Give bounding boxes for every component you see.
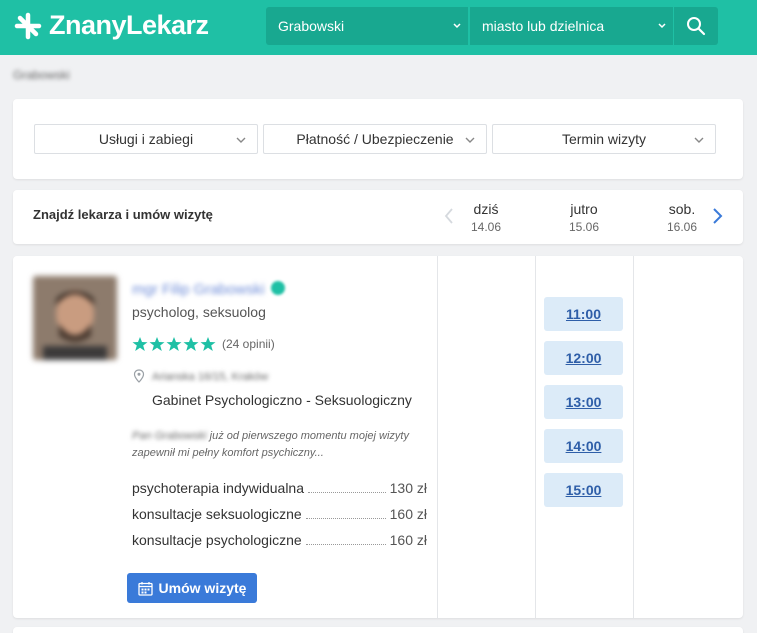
location-pin-icon — [133, 369, 145, 383]
star-icon — [183, 337, 199, 351]
doctor-name-link[interactable]: mgr Filip Grabowski — [132, 281, 265, 298]
column-divider — [535, 256, 536, 618]
dotted-leader — [305, 518, 386, 519]
filter-payment[interactable]: Płatność / Ubezpieczenie — [263, 124, 487, 154]
breadcrumb[interactable]: Grabowski — [13, 68, 70, 82]
time-slot[interactable]: 15:00 — [544, 473, 623, 507]
search-location-input[interactable]: miasto lub dzielnica — [470, 7, 673, 45]
filter-date[interactable]: Termin wizyty — [492, 124, 716, 154]
time-slot[interactable]: 11:00 — [544, 297, 623, 331]
dates-header: Znajdź lekarza i umów wizytę dziś 14.06 … — [13, 190, 743, 244]
dotted-leader — [305, 544, 386, 545]
search-icon — [687, 17, 706, 36]
day-date: 15.06 — [568, 220, 600, 234]
chevron-down-icon — [694, 137, 704, 143]
filter-label: Usługi i zabiegi — [98, 131, 194, 147]
book-visit-label: Umów wizytę — [158, 580, 247, 596]
review-author: Pan Grabowski — [132, 430, 207, 442]
office-name: Gabinet Psychologiczno - Seksuologiczny — [152, 392, 412, 408]
price-row: konsultacje seksuologiczne 160 zł — [132, 506, 427, 522]
column-divider — [633, 256, 634, 618]
star-icon — [200, 337, 216, 351]
brand-name: ZnanyLekarz — [49, 10, 209, 40]
service-price: 130 zł — [389, 480, 427, 496]
service-name: psychoterapia indywidualna — [132, 480, 304, 496]
filter-services[interactable]: Usługi i zabiegi — [34, 124, 258, 154]
filters-panel: Usługi i zabiegi Płatność / Ubezpieczeni… — [13, 99, 743, 179]
dotted-leader — [308, 492, 386, 493]
search-name-value: Grabowski — [278, 18, 345, 34]
day-today: dziś 14.06 — [446, 201, 526, 234]
chevron-down-icon — [658, 23, 666, 29]
office-address: Arianska 16/15, Kraków — [152, 371, 269, 383]
review-snippet: Pan Grabowski już od pierwszego momentu … — [132, 428, 412, 462]
day-name: dziś — [473, 201, 499, 217]
time-slot[interactable]: 12:00 — [544, 341, 623, 375]
service-price: 160 zł — [389, 506, 427, 522]
column-divider — [437, 256, 438, 618]
service-price: 160 zł — [389, 532, 427, 548]
doctor-photo[interactable] — [33, 276, 117, 360]
service-name: konsultacje psychologiczne — [132, 532, 302, 548]
star-icon — [132, 337, 148, 351]
logo[interactable]: ZnanyLekarz — [13, 10, 209, 41]
chevron-down-icon — [236, 137, 246, 143]
price-row: psychoterapia indywidualna 130 zł — [132, 480, 427, 496]
reviews-count[interactable]: (24 opinii) — [222, 337, 275, 351]
search-location-placeholder: miasto lub dzielnica — [482, 18, 605, 34]
star-icon — [166, 337, 182, 351]
price-row: konsultacje psychologiczne 160 zł — [132, 532, 427, 548]
search-button[interactable] — [674, 7, 718, 45]
search-name-input[interactable]: Grabowski — [266, 7, 468, 45]
doctor-specialty: psycholog, seksuolog — [132, 304, 266, 320]
day-name: jutro — [570, 201, 598, 217]
time-slot[interactable]: 13:00 — [544, 385, 623, 419]
avatar-icon — [33, 276, 117, 360]
chevron-right-icon[interactable] — [710, 206, 724, 226]
service-name: konsultacje seksuologiczne — [132, 506, 302, 522]
brand-logo-icon — [14, 12, 42, 39]
time-slot[interactable]: 14:00 — [544, 429, 623, 463]
doctor-card: mgr Filip Grabowski psycholog, seksuolog… — [13, 256, 743, 618]
chevron-down-icon — [453, 23, 461, 29]
filter-label: Płatność / Ubezpieczenie — [296, 131, 454, 147]
calendar-icon — [137, 581, 153, 596]
filter-label: Termin wizyty — [561, 131, 646, 147]
day-date: 14.06 — [470, 220, 502, 234]
dates-title: Znajdź lekarza i umów wizytę — [33, 207, 213, 222]
top-bar: ZnanyLekarz Grabowski miasto lub dzielni… — [0, 0, 757, 55]
star-icon — [149, 337, 165, 351]
book-visit-button[interactable]: Umów wizytę — [127, 573, 257, 603]
next-doctor-card — [13, 627, 743, 633]
verified-badge-icon — [271, 281, 285, 295]
chevron-down-icon — [465, 137, 475, 143]
day-tomorrow: jutro 15.06 — [544, 201, 624, 234]
rating[interactable]: (24 opinii) — [132, 336, 275, 352]
